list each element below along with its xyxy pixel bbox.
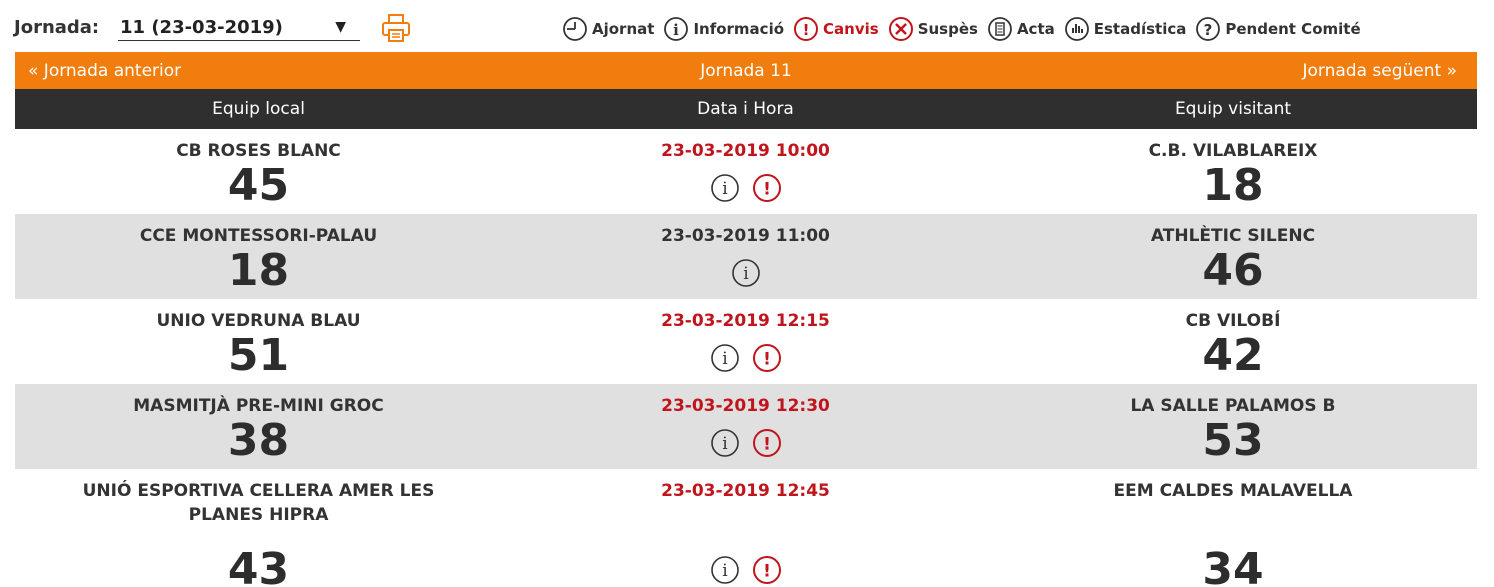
column-header-local: Equip local: [212, 99, 305, 119]
local-team-name[interactable]: UNIÓ ESPORTIVA CELLERA AMER LES PLANES H…: [15, 479, 502, 527]
matches-table: CB ROSES BLANC 45 23-03-2019 10:00 i ! C…: [15, 129, 1477, 587]
dropdown-arrow-icon: ▼: [335, 19, 346, 35]
visit-score: 34: [1202, 544, 1264, 587]
svg-text:!: !: [803, 21, 810, 39]
match-row: CCE MONTESSORI-PALAU 18 23-03-2019 11:00…: [15, 214, 1477, 299]
legend-label: Canvis: [823, 20, 879, 38]
match-row: CB ROSES BLANC 45 23-03-2019 10:00 i ! C…: [15, 129, 1477, 214]
alert-icon: !: [794, 17, 819, 41]
column-header-visit: Equip visitant: [1174, 99, 1292, 119]
document-icon: [988, 17, 1012, 41]
svg-text:!: !: [763, 562, 771, 582]
alert-icon[interactable]: !: [752, 428, 782, 458]
svg-text:!: !: [763, 435, 771, 455]
match-row: UNIO VEDRUNA BLAU 51 23-03-2019 12:15 i …: [15, 299, 1477, 384]
legend-label: Acta: [1016, 20, 1055, 38]
info-icon[interactable]: i: [710, 173, 740, 203]
match-status-icons: i !: [502, 555, 989, 585]
question-icon: ?: [1196, 17, 1221, 41]
legend-item-ajornat: Ajornat: [562, 16, 654, 42]
visit-score: 18: [1202, 160, 1264, 211]
svg-text:?: ?: [1204, 21, 1213, 39]
current-round-title: Jornada 11: [700, 61, 792, 81]
jornada-select[interactable]: 11 (23-03-2019) ▼: [118, 14, 360, 41]
svg-text:i: i: [722, 434, 728, 454]
local-score: 38: [227, 415, 290, 466]
local-score: 45: [227, 160, 290, 211]
match-status-icons: i: [502, 258, 989, 288]
info-icon: i: [664, 17, 689, 41]
info-icon[interactable]: i: [710, 343, 740, 373]
cancel-icon: [888, 17, 913, 41]
legend-label: Suspès: [917, 20, 978, 38]
match-row: UNIÓ ESPORTIVA CELLERA AMER LES PLANES H…: [15, 469, 1477, 587]
stats-icon: [1064, 17, 1089, 41]
clock-icon: [563, 17, 587, 41]
svg-text:i: i: [743, 264, 749, 284]
match-status-icons: i !: [502, 343, 989, 373]
table-header: Equip local Data i Hora Equip visitant: [15, 89, 1477, 129]
legend-item-acta: Acta: [987, 16, 1055, 42]
visit-score: 53: [1202, 415, 1264, 466]
legend-item-estadistica: Estadística: [1064, 16, 1187, 42]
legend-label: Informació: [693, 20, 785, 38]
svg-text:!: !: [763, 350, 771, 370]
match-datetime: 23-03-2019 12:15: [661, 311, 830, 331]
legend-label: Estadística: [1093, 20, 1187, 38]
svg-text:!: !: [763, 180, 771, 200]
info-icon[interactable]: i: [731, 258, 761, 288]
svg-text:i: i: [722, 179, 728, 199]
legend-item-canvis: ! Canvis: [793, 16, 879, 42]
match-datetime: 23-03-2019 10:00: [661, 141, 830, 161]
next-round-link[interactable]: Jornada següent »: [1303, 61, 1458, 81]
toolbar: Jornada: 11 (23-03-2019) ▼ Ajornat i Inf…: [0, 0, 1494, 52]
legend-item-pendent-comite: ? Pendent Comité: [1195, 16, 1361, 42]
status-legend: Ajornat i Informació ! Canvis Suspès Act…: [562, 14, 1361, 44]
svg-text:i: i: [674, 21, 680, 39]
visit-score: 42: [1202, 330, 1264, 381]
local-score: 51: [227, 330, 290, 381]
visit-score: 46: [1202, 245, 1264, 296]
legend-label: Pendent Comité: [1225, 20, 1361, 38]
legend-item-informacio: i Informació: [663, 16, 784, 42]
column-header-date: Data i Hora: [697, 99, 794, 119]
info-icon[interactable]: i: [710, 428, 740, 458]
svg-text:i: i: [722, 349, 728, 369]
match-status-icons: i !: [502, 173, 989, 203]
match-datetime: 23-03-2019 12:45: [661, 481, 830, 501]
print-icon[interactable]: [380, 13, 412, 43]
local-score: 18: [227, 245, 290, 296]
round-nav-bar: « Jornada anterior Jornada 11 Jornada se…: [15, 52, 1477, 89]
legend-label: Ajornat: [592, 20, 655, 38]
jornada-label: Jornada:: [14, 17, 100, 38]
jornada-select-value: 11 (23-03-2019): [120, 17, 283, 38]
alert-icon[interactable]: !: [752, 555, 782, 585]
prev-round-link[interactable]: « Jornada anterior: [28, 61, 181, 81]
match-datetime: 23-03-2019 12:30: [661, 396, 830, 416]
alert-icon[interactable]: !: [752, 343, 782, 373]
info-icon[interactable]: i: [710, 555, 740, 585]
match-row: MASMITJÀ PRE-MINI GROC 38 23-03-2019 12:…: [15, 384, 1477, 469]
alert-icon[interactable]: !: [752, 173, 782, 203]
local-score: 43: [227, 544, 290, 587]
legend-item-suspes: Suspès: [888, 16, 978, 42]
visit-team-name[interactable]: EEM CALDES MALAVELLA: [989, 479, 1477, 503]
match-status-icons: i !: [502, 428, 989, 458]
match-datetime: 23-03-2019 11:00: [661, 226, 830, 246]
svg-text:i: i: [722, 561, 728, 581]
